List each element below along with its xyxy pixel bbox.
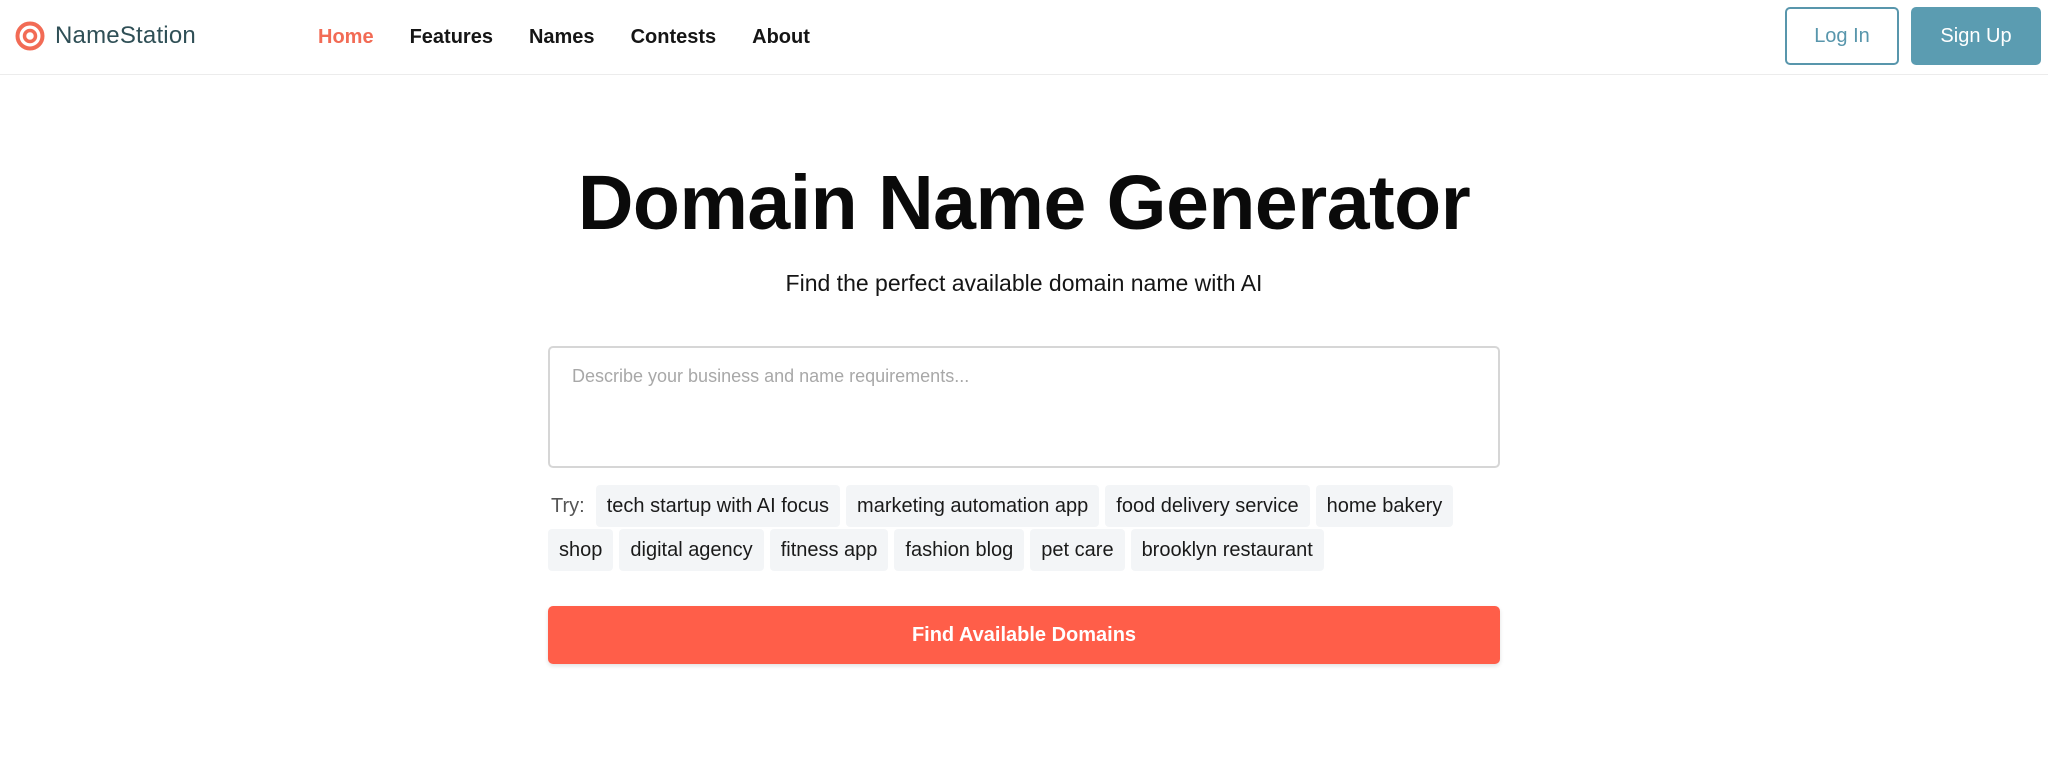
suggestion-chip[interactable]: fitness app xyxy=(769,529,889,571)
page-subtitle: Find the perfect available domain name w… xyxy=(785,270,1263,296)
login-button[interactable]: Log In xyxy=(1785,7,1899,65)
suggestion-chips: Try: tech startup with AI focus marketin… xyxy=(548,484,1500,572)
suggestion-row: Try: tech startup with AI focus marketin… xyxy=(548,484,1500,528)
suggestion-chip[interactable]: pet care xyxy=(1030,529,1125,571)
nav-names[interactable]: Names xyxy=(529,24,595,50)
suggestion-chip[interactable]: marketing automation app xyxy=(846,485,1100,527)
nav-home[interactable]: Home xyxy=(318,24,374,50)
business-description-input[interactable] xyxy=(548,346,1500,468)
suggestion-chip[interactable]: fashion blog xyxy=(894,529,1025,571)
signup-button[interactable]: Sign Up xyxy=(1911,7,2041,65)
suggestion-chip[interactable]: food delivery service xyxy=(1105,485,1310,527)
suggestion-row: shop digital agency fitness app fashion … xyxy=(548,528,1500,572)
brand-logo[interactable]: NameStation xyxy=(15,20,196,52)
suggestion-chip[interactable]: shop xyxy=(548,529,614,571)
suggestion-chip[interactable]: brooklyn restaurant xyxy=(1130,529,1324,571)
top-navbar: NameStation Home Features Names Contests… xyxy=(0,0,2048,75)
try-label: Try: xyxy=(551,494,585,517)
suggestion-chip[interactable]: tech startup with AI focus xyxy=(595,485,841,527)
suggestion-chip[interactable]: home bakery xyxy=(1315,485,1454,527)
brand-name: NameStation xyxy=(55,22,196,49)
target-icon xyxy=(15,21,45,51)
page-title: Domain Name Generator xyxy=(577,160,1471,246)
nav-features[interactable]: Features xyxy=(410,24,493,50)
nav-about[interactable]: About xyxy=(752,24,810,50)
find-domains-button[interactable]: Find Available Domains xyxy=(548,606,1500,664)
main-nav: Home Features Names Contests About xyxy=(318,24,846,50)
suggestion-chip[interactable]: digital agency xyxy=(619,529,764,571)
nav-contests[interactable]: Contests xyxy=(631,24,717,50)
